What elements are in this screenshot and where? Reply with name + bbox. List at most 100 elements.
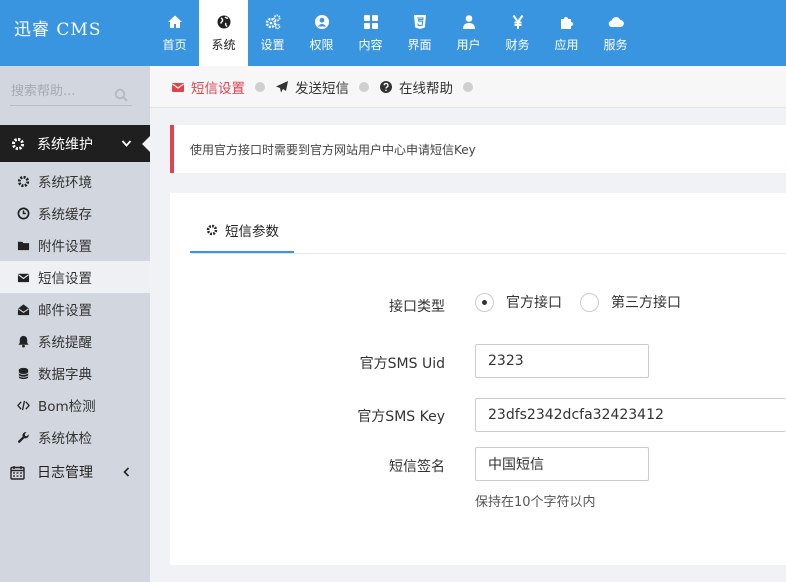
search-icon[interactable] <box>114 88 128 102</box>
tab-sms-params[interactable]: 短信参数 <box>190 209 294 254</box>
sidebar-item-label: 系统缓存 <box>38 207 92 223</box>
chevron-left-icon <box>123 467 130 477</box>
page-tab-online-help[interactable]: 在线帮助 <box>379 77 453 97</box>
sidebar-item-label: 附件设置 <box>38 239 92 255</box>
sidebar-item-system-cache[interactable]: 系统缓存 <box>0 197 150 229</box>
cog-icon <box>17 175 30 187</box>
puzzle-icon <box>560 17 573 29</box>
page-tab-label: 发送短信 <box>295 80 349 97</box>
envelope-open-icon <box>17 303 30 315</box>
nav-label: 首页 <box>162 38 187 52</box>
cloud-icon <box>608 17 624 28</box>
nav-item-permissions[interactable]: 权限 <box>297 0 346 66</box>
sidebar-item-system-env[interactable]: 系统环境 <box>0 165 150 197</box>
page-tab-send-sms[interactable]: 发送短信 <box>275 77 349 97</box>
interface-type-label: 接口类型 <box>389 299 445 315</box>
clock-icon <box>17 207 30 219</box>
tab-divider <box>190 253 786 254</box>
nav-item-home[interactable]: 首页 <box>150 0 199 66</box>
nav-item-interface[interactable]: 界面 <box>395 0 444 66</box>
nav-label: 权限 <box>309 38 334 52</box>
sidebar-item-system-reminder[interactable]: 系统提醒 <box>0 325 150 357</box>
separator-dot <box>359 81 369 92</box>
chevron-down-icon <box>121 140 132 147</box>
alert-text: 使用官方接口时需要到官方网站用户中心申请短信Key <box>190 142 476 157</box>
nav-item-content[interactable]: 内容 <box>346 0 395 66</box>
sidebar-item-mail-settings[interactable]: 邮件设置 <box>0 293 150 325</box>
sms-settings-panel: 短信参数 接口类型 官方接口 第三方接口 官方SMS Uid 官方SMS Key… <box>170 193 786 565</box>
question-circle-icon <box>380 80 392 93</box>
globe-icon <box>217 15 230 29</box>
yen-icon <box>512 14 523 29</box>
sms-uid-input[interactable] <box>475 344 649 378</box>
sms-sign-input[interactable] <box>475 447 649 481</box>
sidebar-group-label: 系统维护 <box>37 136 93 153</box>
sidebar-item-label: 短信设置 <box>38 271 92 287</box>
separator-dot <box>255 81 265 92</box>
grid-icon <box>363 15 378 29</box>
radio-third-party-interface[interactable]: 第三方接口 <box>580 292 681 312</box>
info-alert: 使用官方接口时需要到官方网站用户中心申请短信Key <box>170 125 786 173</box>
code-icon <box>17 400 30 410</box>
user-circle-icon <box>314 15 329 29</box>
radio-label: 官方接口 <box>506 295 562 311</box>
page-tab-label: 短信设置 <box>191 80 245 97</box>
tab-label: 短信参数 <box>225 224 279 240</box>
top-nav: 首页 系统 设置 权限 内容 界面 用户 财务 应用 服务 <box>150 0 640 66</box>
radio-checked <box>475 292 494 312</box>
nav-item-settings[interactable]: 设置 <box>248 0 297 66</box>
separator-dot <box>463 81 473 92</box>
cogs-icon <box>265 14 280 30</box>
nav-label: 系统 <box>211 38 236 52</box>
radio-label: 第三方接口 <box>611 295 681 311</box>
html5-icon <box>413 15 426 29</box>
sidebar-item-label: 系统体检 <box>38 431 92 447</box>
nav-item-finance[interactable]: 财务 <box>493 0 542 66</box>
nav-label: 内容 <box>358 38 383 52</box>
uid-label: 官方SMS Uid <box>359 356 445 372</box>
top-bar: 迅睿 CMS 首页 系统 设置 权限 内容 界面 用户 财务 应用 服务 <box>0 0 786 66</box>
home-icon <box>167 15 182 28</box>
nav-label: 用户 <box>456 38 481 52</box>
sidebar-item-label: 系统环境 <box>38 175 92 191</box>
wrench-icon <box>17 431 29 443</box>
calendar-icon <box>10 465 25 480</box>
cog-icon <box>206 224 218 236</box>
sign-label: 短信签名 <box>389 459 445 475</box>
sms-key-input[interactable] <box>475 398 786 432</box>
sidebar-item-bom-check[interactable]: Bom检测 <box>0 389 150 421</box>
paper-plane-icon <box>276 80 288 92</box>
sidebar-item-label: 数据字典 <box>38 367 92 383</box>
sidebar-group-log-management[interactable]: 日志管理 <box>0 456 150 488</box>
nav-item-services[interactable]: 服务 <box>591 0 640 66</box>
nav-item-users[interactable]: 用户 <box>444 0 493 66</box>
radio-official-interface[interactable]: 官方接口 <box>475 292 562 312</box>
sidebar-group-system-maintenance[interactable]: 系统维护 <box>0 125 150 162</box>
sidebar-item-sms-settings[interactable]: 短信设置 <box>0 261 150 293</box>
bell-icon <box>18 335 29 348</box>
sidebar-item-system-checkup[interactable]: 系统体检 <box>0 421 150 453</box>
nav-item-apps[interactable]: 应用 <box>542 0 591 66</box>
sign-hint: 保持在10个字符以内 <box>475 495 596 510</box>
nav-label: 财务 <box>505 38 530 52</box>
sidebar-item-label: Bom检测 <box>38 399 96 415</box>
key-label: 官方SMS Key <box>357 409 445 425</box>
sidebar-item-data-dictionary[interactable]: 数据字典 <box>0 357 150 389</box>
envelope-icon <box>172 82 184 92</box>
sidebar-group-label: 日志管理 <box>37 465 93 481</box>
cog-icon <box>11 137 25 150</box>
folder-icon <box>17 241 30 250</box>
envelope-icon <box>17 273 30 282</box>
app-logo[interactable]: 迅睿 CMS <box>0 0 150 66</box>
nav-item-system[interactable]: 系统 <box>199 0 248 66</box>
sidebar-item-attachment[interactable]: 附件设置 <box>0 229 150 261</box>
nav-label: 界面 <box>407 38 432 52</box>
database-icon <box>18 367 29 379</box>
nav-label: 设置 <box>260 38 285 52</box>
nav-label: 服务 <box>603 38 628 52</box>
nav-label: 应用 <box>554 38 579 52</box>
sidebar-item-label: 系统提醒 <box>38 335 92 351</box>
page-tab-sms-settings[interactable]: 短信设置 <box>171 77 245 97</box>
sidebar-item-label: 邮件设置 <box>38 303 92 319</box>
page-tab-label: 在线帮助 <box>399 80 453 97</box>
